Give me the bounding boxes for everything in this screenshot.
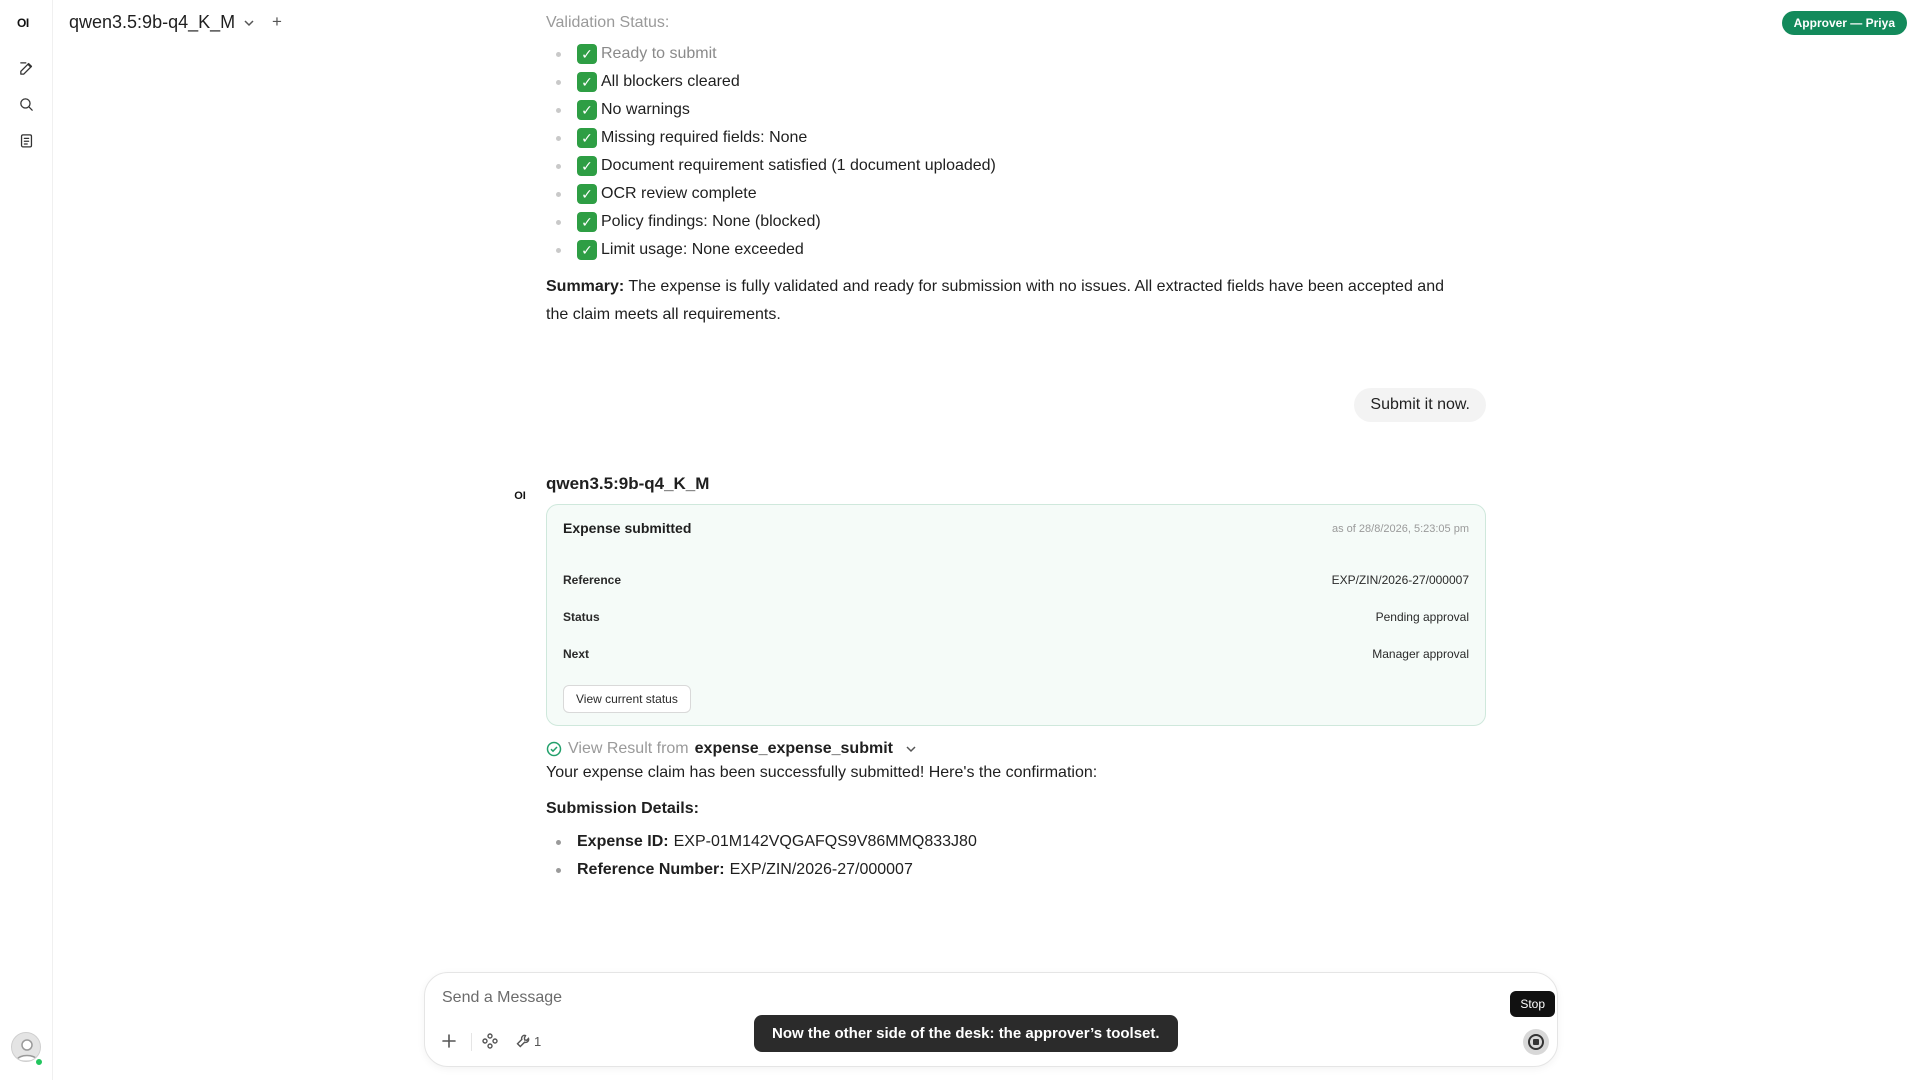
tool-result-label: View Result from <box>568 740 689 757</box>
check-circle-icon <box>546 741 562 757</box>
detail-label: Expense ID: <box>577 833 669 850</box>
stop-icon <box>1528 1034 1544 1050</box>
check-mark-icon: ✓ <box>577 100 597 120</box>
submission-details-heading: Submission Details: <box>546 800 699 817</box>
detail-label: Reference Number: <box>577 861 725 878</box>
validation-item-text: Limit usage: None exceeded <box>601 241 804 258</box>
assistant-avatar: OI <box>514 490 526 502</box>
card-row-value: EXP/ZIN/2026-27/000007 <box>1331 573 1469 587</box>
check-mark-icon: ✓ <box>577 156 597 176</box>
expense-submitted-card: Expense submitted as of 28/8/2026, 5:23:… <box>546 504 1486 726</box>
list-item: Expense ID: EXP-01M142VQGAFQS9V86MMQ833J8… <box>546 828 977 856</box>
check-mark-icon: ✓ <box>577 240 597 260</box>
wrench-icon <box>516 1034 530 1048</box>
role-badge: Approver — Priya <box>1781 11 1907 35</box>
validation-item: ✓ All blockers cleared <box>546 68 996 96</box>
summary-paragraph: Summary: The expense is fully validated … <box>546 273 1466 329</box>
check-mark-icon: ✓ <box>577 184 597 204</box>
validation-item-text: No warnings <box>601 101 690 118</box>
validation-item: ✓ Document requirement satisfied (1 docum… <box>546 152 996 180</box>
validation-list: ✓ Ready to submit ✓ All blockers cleared ✓ No… <box>546 40 996 264</box>
validation-heading: Validation Status: <box>546 14 670 31</box>
stop-tooltip: Stop <box>1510 991 1555 1017</box>
submission-details-list: Expense ID: EXP-01M142VQGAFQS9V86MMQ833J8… <box>546 828 977 884</box>
validation-item-text: Ready to submit <box>601 45 717 62</box>
assistant-response-text: Your expense claim has been successfully… <box>546 764 1098 781</box>
integrations-icon[interactable] <box>482 1033 498 1049</box>
chevron-down-icon <box>906 746 916 753</box>
tool-result-toggle[interactable]: View Result from expense_expense_submit <box>546 740 917 758</box>
summary-text: The expense is fully validated and ready… <box>546 278 1444 323</box>
validation-item: ✓ No warnings <box>546 96 996 124</box>
message-input[interactable] <box>442 989 1442 1007</box>
toast-caption: Now the other side of the desk: the appr… <box>754 1015 1178 1052</box>
validation-item: ✓ OCR review complete <box>546 180 996 208</box>
tool-name: expense_expense_submit <box>694 740 893 757</box>
card-timestamp: as of 28/8/2026, 5:23:05 pm <box>1332 523 1469 535</box>
new-chat-icon[interactable] <box>16 58 36 78</box>
detail-value: EXP/ZIN/2026-27/000007 <box>729 861 913 878</box>
divider <box>471 1033 472 1051</box>
validation-item-text: Missing required fields: None <box>601 129 808 146</box>
validation-item-text: All blockers cleared <box>601 73 740 90</box>
validation-item: ✓ Missing required fields: None <box>546 124 996 152</box>
model-name: qwen3.5:9b-q4_K_M <box>69 12 236 32</box>
card-row-status: Status Pending approval <box>563 610 1469 624</box>
validation-item-text: OCR review complete <box>601 185 757 202</box>
chevron-down-icon <box>244 19 254 26</box>
view-current-status-button[interactable]: View current status <box>563 685 691 713</box>
validation-item-text: Policy findings: None (blocked) <box>601 213 821 230</box>
detail-value: EXP-01M142VQGAFQS9V86MMQ833J80 <box>673 833 977 850</box>
user-message-bubble: Submit it now. <box>1354 388 1486 422</box>
assistant-name: qwen3.5:9b-q4_K_M <box>546 474 710 493</box>
list-item: Reference Number: EXP/ZIN/2026-27/000007 <box>546 856 977 884</box>
check-mark-icon: ✓ <box>577 72 597 92</box>
app-logo[interactable]: OI <box>17 16 29 30</box>
tools-button[interactable]: 1 <box>515 1033 541 1049</box>
search-icon[interactable] <box>16 94 36 114</box>
add-model-button[interactable]: + <box>272 12 282 32</box>
stop-button[interactable] <box>1523 1029 1549 1055</box>
card-row-key: Next <box>563 647 590 661</box>
tools-count: 1 <box>534 1033 542 1049</box>
card-row-next: Next Manager approval <box>563 647 1469 661</box>
validation-item-text: Document requirement satisfied (1 docume… <box>601 157 996 174</box>
card-row-value: Pending approval <box>1375 610 1469 624</box>
check-mark-icon: ✓ <box>577 212 597 232</box>
model-selector[interactable]: qwen3.5:9b-q4_K_M <box>69 12 255 33</box>
card-row-value: Manager approval <box>1372 647 1469 661</box>
card-row-key: Reference <box>563 573 622 587</box>
summary-label: Summary: <box>546 278 625 295</box>
card-row-reference: Reference EXP/ZIN/2026-27/000007 <box>563 573 1469 587</box>
card-title: Expense submitted <box>563 520 692 536</box>
online-status-dot <box>35 1058 43 1066</box>
plus-icon[interactable] <box>441 1033 457 1049</box>
check-mark-icon: ✓ <box>577 44 597 64</box>
check-mark-icon: ✓ <box>577 128 597 148</box>
sidebar: OI <box>0 0 53 1080</box>
card-row-key: Status <box>563 610 600 624</box>
validation-item: ✓ Limit usage: None exceeded <box>546 236 996 264</box>
validation-item: ✓ Ready to submit <box>546 40 996 68</box>
notes-icon[interactable] <box>16 130 36 150</box>
validation-item: ✓ Policy findings: None (blocked) <box>546 208 996 236</box>
